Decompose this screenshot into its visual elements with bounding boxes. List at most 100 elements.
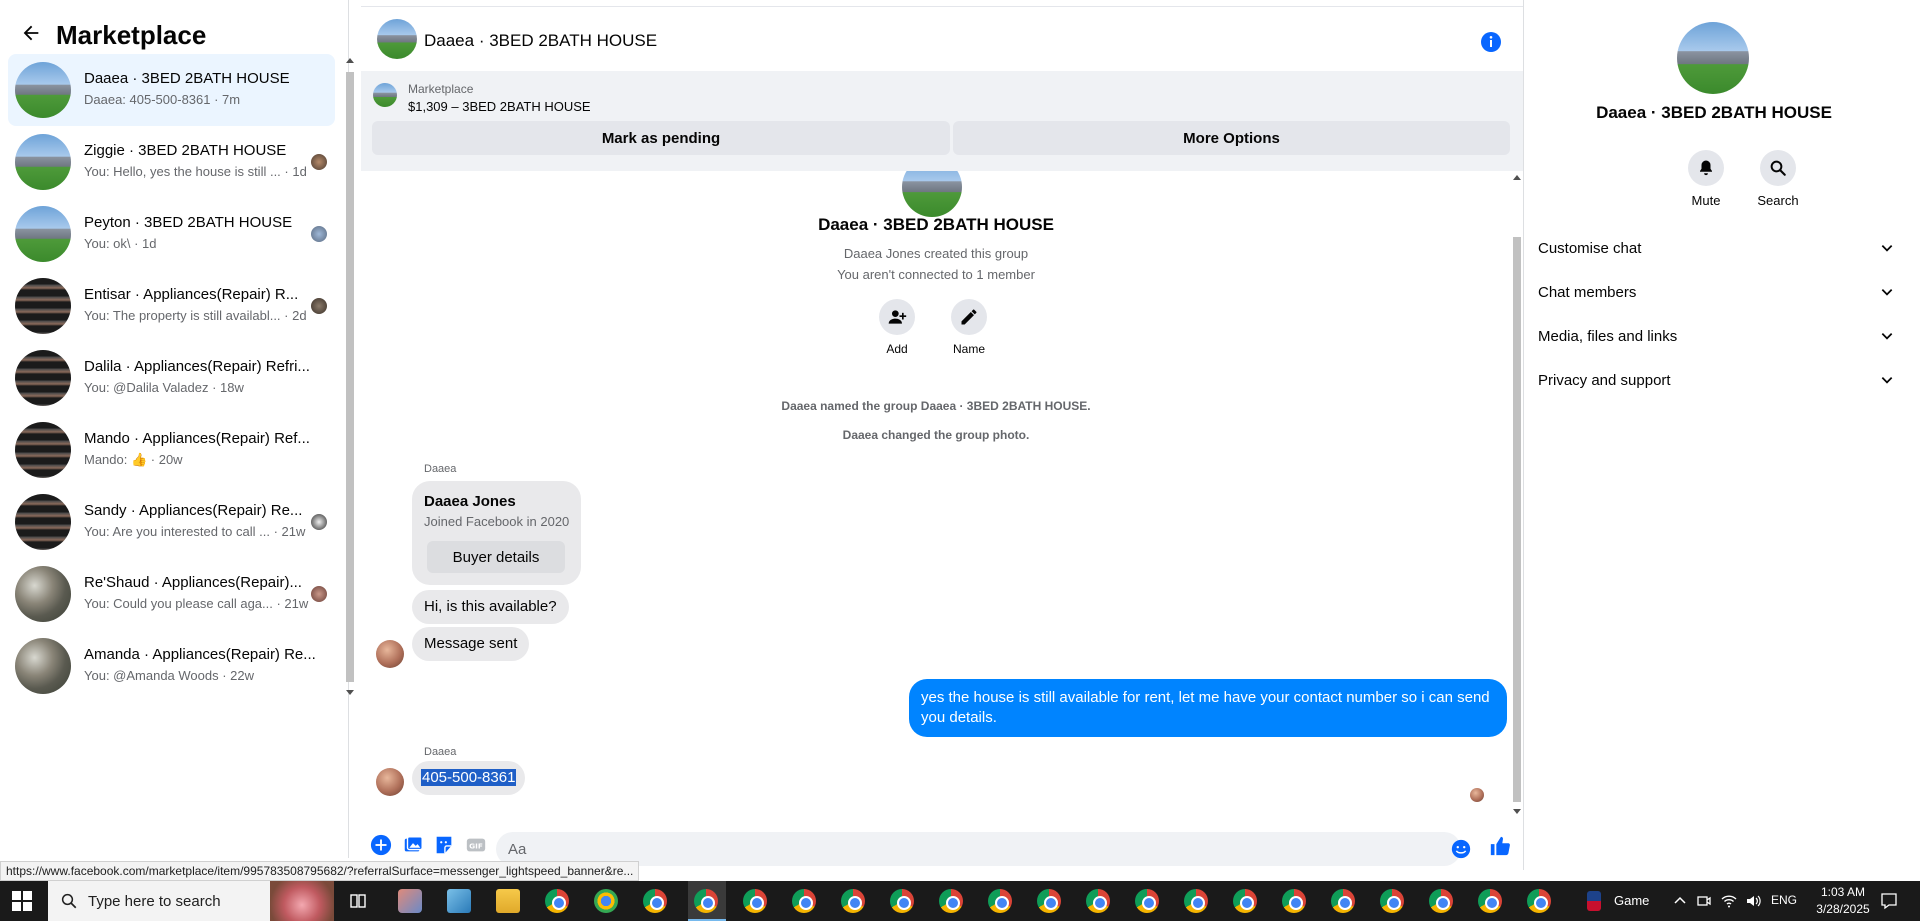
participant-avatar xyxy=(311,298,327,314)
message-bubble[interactable]: Message sent xyxy=(412,627,530,661)
conversation-preview: You: The property is still availabl... ·… xyxy=(84,308,307,323)
conversation-preview: You: @Dalila Valadez · 18w xyxy=(84,380,244,395)
back-arrow-icon[interactable] xyxy=(20,22,42,44)
language-indicator[interactable]: ENG xyxy=(1771,893,1797,907)
mark-as-pending-button[interactable]: Mark as pending xyxy=(372,121,950,155)
scrollbar-thumb[interactable] xyxy=(346,72,354,682)
chrome-icon[interactable] xyxy=(1282,889,1306,913)
sender-avatar[interactable] xyxy=(376,640,404,668)
thumbs-up-icon[interactable] xyxy=(1489,835,1511,857)
photo-icon[interactable] xyxy=(402,834,424,856)
message-bubble[interactable]: 405-500-8361 xyxy=(412,761,526,795)
conversation-item[interactable]: Peyton · 3BED 2BATH HOUSE You: ok\ · 1d xyxy=(8,198,335,270)
windows-start-icon[interactable] xyxy=(12,891,32,911)
wifi-icon[interactable] xyxy=(1721,893,1737,909)
group-photo[interactable] xyxy=(1677,22,1749,94)
scroll-down-icon[interactable] xyxy=(346,690,354,696)
chrome-icon[interactable] xyxy=(792,889,816,913)
chrome-icon[interactable] xyxy=(1331,889,1355,913)
conversation-item[interactable]: Sandy · Appliances(Repair) Re... You: Ar… xyxy=(8,486,335,558)
conversation-item[interactable]: Dalila · Appliances(Repair) Refri... You… xyxy=(8,342,335,414)
conversation-item[interactable]: Amanda · Appliances(Repair) Re... You: @… xyxy=(8,630,335,702)
search-button[interactable]: Search xyxy=(1748,150,1808,208)
chrome-icon[interactable] xyxy=(545,889,569,913)
add-member-button[interactable]: Add xyxy=(872,299,922,356)
conversation-name: Entisar · Appliances(Repair) R... xyxy=(84,286,299,303)
privacy-support-section[interactable]: Privacy and support xyxy=(1538,360,1894,400)
scrollbar-thumb[interactable] xyxy=(1513,237,1521,802)
chrome-icon[interactable] xyxy=(643,889,667,913)
chat-members-section[interactable]: Chat members xyxy=(1538,272,1894,312)
task-view-icon[interactable] xyxy=(350,893,366,909)
listing-thumbnail xyxy=(15,278,71,334)
media-files-links-section[interactable]: Media, files and links xyxy=(1538,316,1894,356)
buyer-details-button[interactable]: Buyer details xyxy=(427,541,565,573)
meet-now-icon[interactable] xyxy=(1697,894,1711,908)
chrome-icon[interactable] xyxy=(1478,889,1502,913)
listing-thumbnail xyxy=(15,422,71,478)
chrome-icon[interactable] xyxy=(1135,889,1159,913)
chevron-up-icon[interactable] xyxy=(1674,895,1686,905)
sender-avatar[interactable] xyxy=(376,768,404,796)
sidebar-scrollbar[interactable] xyxy=(345,55,355,700)
chrome-icon[interactable] xyxy=(1527,889,1551,913)
message-scrollbar[interactable] xyxy=(1511,171,1523,819)
conversation-item[interactable]: Daaea · 3BED 2BATH HOUSE Daaea: 405-500-… xyxy=(8,54,335,126)
chat-title[interactable]: Daaea · 3BED 2BATH HOUSE xyxy=(424,31,657,51)
message-bubble[interactable]: Hi, is this available? xyxy=(412,590,569,624)
participant-avatar xyxy=(311,154,327,170)
notification-icon[interactable] xyxy=(1880,892,1898,910)
nba-icon[interactable] xyxy=(1587,891,1601,911)
chrome-icon[interactable] xyxy=(694,889,718,913)
chrome-icon[interactable] xyxy=(841,889,865,913)
game-widget-label[interactable]: Game xyxy=(1614,893,1649,908)
volume-icon[interactable] xyxy=(1745,893,1761,909)
info-icon[interactable] xyxy=(1479,30,1503,54)
browser-icon[interactable] xyxy=(594,889,618,913)
chrome-icon[interactable] xyxy=(1037,889,1061,913)
conversation-name: Amanda · Appliances(Repair) Re... xyxy=(84,646,316,663)
section-label: Customise chat xyxy=(1538,239,1642,257)
chrome-icon[interactable] xyxy=(939,889,963,913)
chat-avatar[interactable] xyxy=(377,19,417,59)
conversation-item[interactable]: Mando · Appliances(Repair) Ref... Mando:… xyxy=(8,414,335,486)
name-label: Name xyxy=(952,342,985,356)
mute-button[interactable]: Mute xyxy=(1676,150,1736,208)
selected-phone-number[interactable]: 405-500-8361 xyxy=(421,769,517,786)
sticker-icon[interactable] xyxy=(433,834,455,856)
chrome-icon[interactable] xyxy=(1429,889,1453,913)
scroll-up-icon[interactable] xyxy=(1513,174,1521,180)
plus-icon[interactable] xyxy=(370,834,392,856)
chrome-icon[interactable] xyxy=(743,889,767,913)
listing-price[interactable]: $1,309 – 3BED 2BATH HOUSE xyxy=(408,99,591,114)
section-label: Media, files and links xyxy=(1538,327,1678,345)
file-explorer-icon[interactable] xyxy=(496,889,520,913)
more-options-button[interactable]: More Options xyxy=(953,121,1510,155)
clock[interactable]: 1:03 AM 3/28/2025 xyxy=(1803,884,1883,918)
rename-group-button[interactable]: Name xyxy=(944,299,994,356)
chrome-icon[interactable] xyxy=(988,889,1012,913)
conversation-item[interactable]: Re'Shaud · Appliances(Repair)... You: Co… xyxy=(8,558,335,630)
listing-thumbnail[interactable] xyxy=(373,83,397,107)
search-label: Search xyxy=(1757,193,1799,208)
conversation-item[interactable]: Entisar · Appliances(Repair) R... You: T… xyxy=(8,270,335,342)
taskbar-search-box[interactable]: Type here to search xyxy=(48,881,334,921)
chrome-icon[interactable] xyxy=(1086,889,1110,913)
chrome-icon[interactable] xyxy=(1380,889,1404,913)
chrome-icon[interactable] xyxy=(890,889,914,913)
customise-chat-section[interactable]: Customise chat xyxy=(1538,228,1894,268)
notes-app-icon[interactable] xyxy=(447,889,471,913)
conversation-preview: You: Are you interested to call ... · 21… xyxy=(84,524,306,539)
chrome-icon[interactable] xyxy=(1184,889,1208,913)
scroll-down-icon[interactable] xyxy=(1513,809,1521,815)
conversation-item[interactable]: Ziggie · 3BED 2BATH HOUSE You: Hello, ye… xyxy=(8,126,335,198)
participant-avatar xyxy=(311,226,327,242)
paint-app-icon[interactable] xyxy=(398,889,422,913)
scroll-up-icon[interactable] xyxy=(346,57,354,63)
message-input[interactable]: Aa xyxy=(496,832,1461,866)
gif-icon[interactable]: GIF xyxy=(465,834,487,856)
chrome-icon[interactable] xyxy=(1233,889,1257,913)
conversation-name: Sandy · Appliances(Repair) Re... xyxy=(84,502,303,519)
emoji-icon[interactable] xyxy=(1450,838,1472,860)
my-message-bubble[interactable]: yes the house is still available for ren… xyxy=(909,679,1507,737)
